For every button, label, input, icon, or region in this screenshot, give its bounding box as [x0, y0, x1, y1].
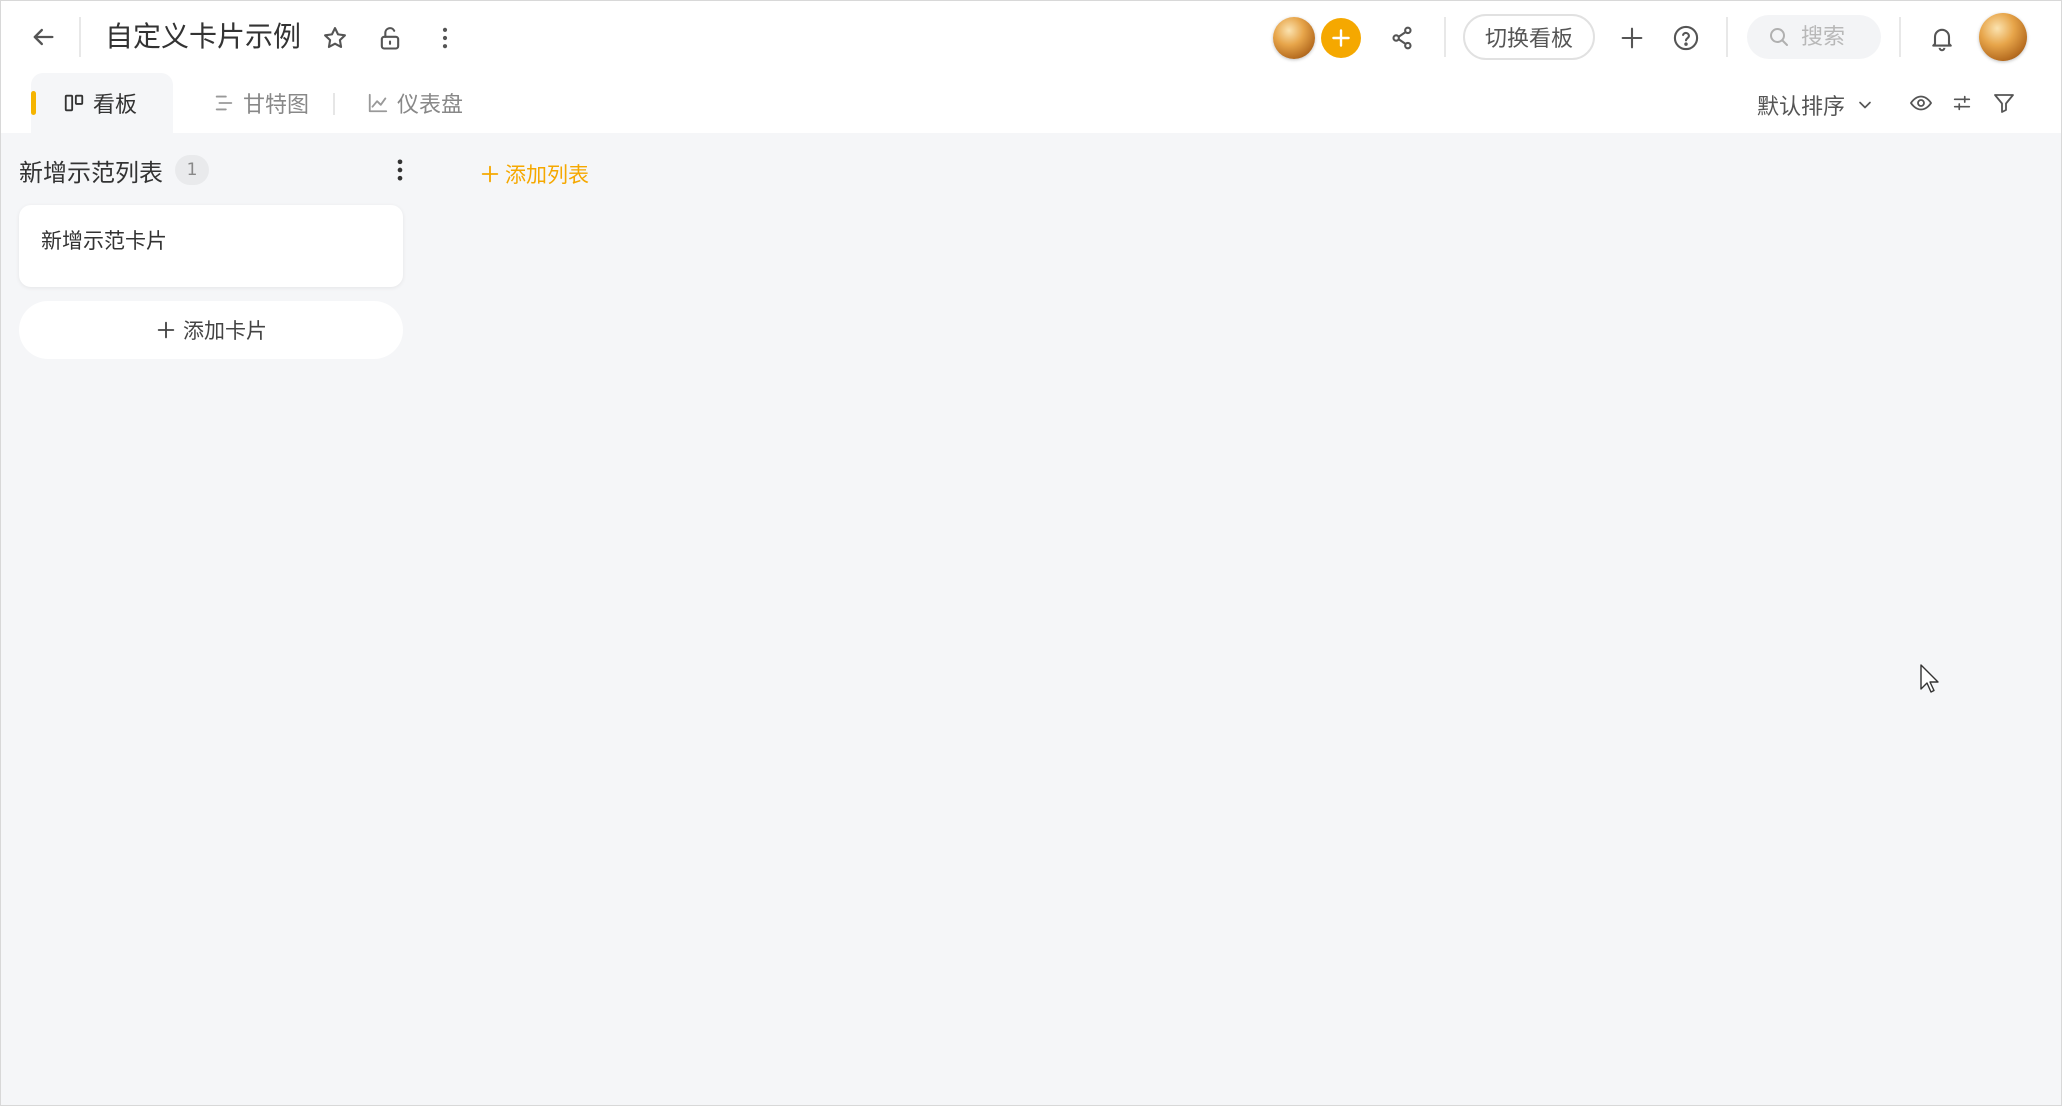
- tab-label: 甘特图: [243, 93, 310, 118]
- sort-dropdown[interactable]: 默认排序: [1757, 89, 1875, 121]
- card-title: 新增示范卡片: [41, 229, 167, 253]
- card-count-badge: 1: [175, 155, 209, 185]
- help-button[interactable]: [1664, 16, 1708, 60]
- kanban-list: 新增示范列表 1 新增示范卡片 添加卡片: [19, 149, 405, 359]
- divider: [1726, 17, 1728, 57]
- kanban-card[interactable]: 新增示范卡片: [19, 205, 403, 287]
- add-card-label: 添加卡片: [183, 319, 267, 343]
- plus-icon: [1621, 27, 1643, 49]
- list-title[interactable]: 新增示范列表: [19, 153, 163, 188]
- add-member-button[interactable]: [1321, 18, 1361, 58]
- add-list-button[interactable]: 添加列表: [479, 159, 589, 189]
- notification-button[interactable]: [1920, 16, 1964, 60]
- app-window: 自定义卡片示例 切换看板 搜索 看板 甘特图 仪表盘 默认排序 新增示范列表 1…: [0, 0, 2062, 1106]
- active-tab-indicator: [31, 91, 36, 115]
- tab-gantt[interactable]: 甘特图: [213, 73, 309, 133]
- star-button[interactable]: [313, 16, 357, 60]
- add-button[interactable]: [1610, 16, 1654, 60]
- list-header: 新增示范列表 1: [19, 149, 405, 191]
- tab-dashboard[interactable]: 仪表盘: [367, 73, 463, 133]
- list-menu-button[interactable]: [383, 153, 417, 187]
- more-options-button[interactable]: [423, 16, 467, 60]
- search-icon: [1770, 28, 1788, 46]
- plus-icon: [481, 165, 499, 183]
- tab-divider: [333, 93, 335, 115]
- tab-kanban[interactable]: 看板: [31, 73, 173, 133]
- arrow-left-icon: [33, 28, 54, 46]
- star-icon: [324, 27, 346, 49]
- more-vertical-icon: [397, 159, 403, 181]
- filter-button[interactable]: [1982, 81, 2026, 125]
- divider: [1899, 17, 1901, 57]
- add-list-label: 添加列表: [505, 163, 589, 187]
- member-avatar[interactable]: [1273, 17, 1315, 59]
- bell-icon: [1932, 28, 1952, 52]
- visibility-button[interactable]: [1899, 81, 1943, 125]
- adjust-icon: [1953, 95, 1971, 111]
- share-button[interactable]: [1380, 16, 1424, 60]
- help-circle-icon: [1673, 25, 1699, 51]
- top-bar: 自定义卡片示例 切换看板: [1, 1, 2061, 73]
- eye-icon: [1909, 95, 1933, 111]
- back-button[interactable]: [21, 15, 65, 59]
- search-input[interactable]: [1801, 24, 1871, 50]
- chevron-down-icon: [1859, 101, 1871, 109]
- plus-icon: [1332, 29, 1350, 47]
- share-icon: [1392, 26, 1412, 50]
- board-title: 自定义卡片示例: [105, 20, 302, 53]
- unlock-icon: [380, 27, 400, 50]
- tab-label: 仪表盘: [397, 93, 464, 118]
- divider: [79, 17, 81, 57]
- sort-label: 默认排序: [1757, 95, 1846, 120]
- line-chart-icon: [368, 93, 388, 113]
- search-box[interactable]: [1747, 15, 1881, 59]
- kanban-board: 新增示范列表 1 新增示范卡片 添加卡片 添加列表: [1, 133, 2061, 1105]
- header: 自定义卡片示例 切换看板 搜索 看板 甘特图 仪表盘 默认排序: [1, 1, 2061, 133]
- view-tabs: 看板 甘特图 仪表盘 默认排序: [1, 73, 2061, 133]
- switch-board-button[interactable]: 切换看板: [1463, 14, 1595, 60]
- kanban-icon: [64, 94, 84, 112]
- tab-label: 看板: [93, 93, 138, 118]
- gantt-icon: [215, 95, 233, 111]
- user-avatar[interactable]: [1979, 13, 2027, 61]
- add-card-button[interactable]: 添加卡片: [19, 301, 403, 359]
- mouse-cursor-icon: [1920, 664, 1939, 693]
- plus-icon: [157, 321, 175, 339]
- more-vertical-icon: [442, 27, 448, 49]
- adjust-button[interactable]: [1940, 81, 1984, 125]
- lock-button[interactable]: [368, 16, 412, 60]
- filter-icon: [1994, 94, 2014, 113]
- divider: [1444, 17, 1446, 57]
